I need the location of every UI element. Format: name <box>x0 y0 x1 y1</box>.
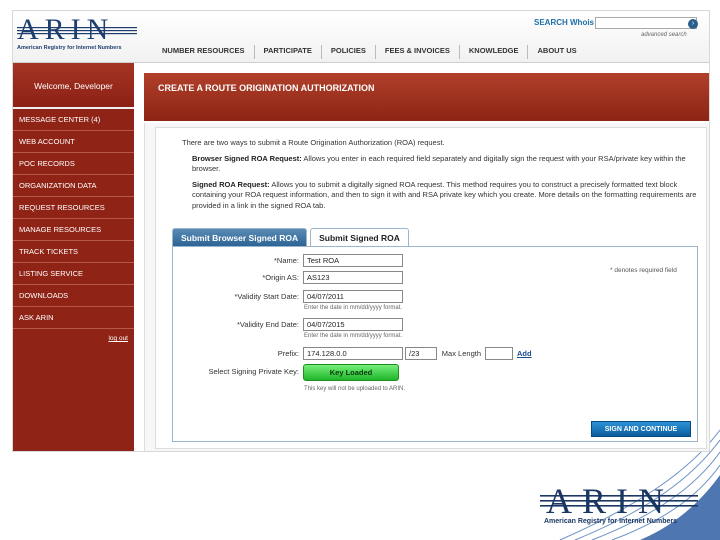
origin-as-label: *Origin AS: <box>262 273 299 282</box>
nav-policies[interactable]: POLICIES <box>322 45 376 59</box>
validity-end-label: *Validity End Date: <box>237 320 299 329</box>
logo-subtitle: American Registry for Internet Numbers <box>17 45 122 51</box>
intro-line: There are two ways to submit a Route Ori… <box>182 138 445 147</box>
tab-browser-signed-roa[interactable]: Submit Browser Signed ROA <box>172 228 308 246</box>
sidebar-item-ask-arin[interactable]: ASK ARIN <box>13 307 134 329</box>
required-note: * denotes required field <box>610 267 677 274</box>
nav-about-us[interactable]: ABOUT US <box>528 45 585 59</box>
max-length-label: Max Length <box>441 349 481 358</box>
browser-signed-description: Browser Signed ROA Request: Allows you e… <box>182 154 698 175</box>
validity-start-hint: Enter the date in mm/dd/yyyy format. <box>304 305 403 311</box>
name-label: *Name: <box>273 256 299 265</box>
search-label: SEARCH Whois <box>534 18 594 27</box>
origin-as-field[interactable]: AS123 <box>303 271 403 284</box>
logout-link[interactable]: log out <box>13 329 134 349</box>
sidebar-item-listing-service[interactable]: LISTING SERVICE <box>13 263 134 285</box>
name-field[interactable]: Test ROA <box>303 254 403 267</box>
signed-title: Signed ROA Request: <box>192 179 270 189</box>
key-loaded-button[interactable]: Key Loaded <box>303 364 399 381</box>
sidebar-item-request-resources[interactable]: REQUEST RESOURCES <box>13 197 134 219</box>
tab-signed-roa[interactable]: Submit Signed ROA <box>310 228 409 246</box>
sidebar-item-downloads[interactable]: DOWNLOADS <box>13 285 134 307</box>
max-length-field[interactable] <box>485 347 513 360</box>
intro-text: There are two ways to submit a Route Ori… <box>182 138 698 216</box>
sidebar-item-organization-data[interactable]: ORGANIZATION DATA <box>13 175 134 197</box>
browser-page: ARIN American Registry for Internet Numb… <box>12 10 710 452</box>
search-go-icon[interactable]: › <box>688 19 698 29</box>
sidebar-welcome: Welcome, Developer <box>13 63 134 109</box>
validity-start-field[interactable]: 04/07/2011 <box>303 290 403 303</box>
sidebar-item-web-account[interactable]: WEB ACCOUNT <box>13 131 134 153</box>
key-hint: This key will not be uploaded to ARIN. <box>304 386 406 392</box>
nav-participate[interactable]: PARTICIPATE <box>255 45 322 59</box>
site-header: ARIN American Registry for Internet Numb… <box>13 11 709 63</box>
sidebar-item-poc-records[interactable]: POC RECORDS <box>13 153 134 175</box>
validity-start-label: *Validity Start Date: <box>234 292 299 301</box>
sign-and-continue-button[interactable]: SIGN AND CONTINUE <box>591 421 691 437</box>
content-panel: There are two ways to submit a Route Ori… <box>155 127 707 449</box>
nav-fees-invoices[interactable]: FEES & INVOICES <box>376 45 460 59</box>
signed-description: Signed ROA Request: Allows you to submit… <box>182 180 698 212</box>
prefix-label: Prefix: <box>277 349 299 358</box>
validity-end-hint: Enter the date in mm/dd/yyyy format. <box>304 333 403 339</box>
sidebar-item-track-tickets[interactable]: TRACK TICKETS <box>13 241 134 263</box>
main-content: There are two ways to submit a Route Ori… <box>144 123 709 451</box>
advanced-search-link[interactable]: advanced search <box>641 32 687 38</box>
browser-signed-title: Browser Signed ROA Request: <box>192 153 302 163</box>
sidebar: Welcome, Developer MESSAGE CENTER (4) WE… <box>13 63 134 451</box>
validity-end-field[interactable]: 04/07/2015 <box>303 318 403 331</box>
sidebar-item-message-center[interactable]: MESSAGE CENTER (4) <box>13 109 134 131</box>
footer-arin-logo: ARIN American Registry for Internet Numb… <box>540 483 700 534</box>
main-nav: NUMBER RESOURCES PARTICIPATE POLICIES FE… <box>153 45 586 59</box>
logo-stripes-icon <box>17 27 137 35</box>
nav-knowledge[interactable]: KNOWLEDGE <box>460 45 529 59</box>
arin-logo[interactable]: ARIN American Registry for Internet Numb… <box>17 15 137 59</box>
footer-logo-subtitle: American Registry for Internet Numbers <box>544 518 678 525</box>
roa-tabs: Submit Browser Signed ROA Submit Signed … <box>172 228 412 246</box>
add-prefix-link[interactable]: Add <box>517 349 532 358</box>
sidebar-item-manage-resources[interactable]: MANAGE RESOURCES <box>13 219 134 241</box>
roa-form: * denotes required field *Name: Test ROA… <box>172 246 698 442</box>
signing-key-label: Select Signing Private Key: <box>208 367 299 376</box>
search-input[interactable] <box>595 17 697 29</box>
nav-number-resources[interactable]: NUMBER RESOURCES <box>153 45 255 59</box>
footer-logo-stripes-icon <box>540 495 698 507</box>
page-title: CREATE A ROUTE ORIGINATION AUTHORIZATION <box>144 73 709 121</box>
